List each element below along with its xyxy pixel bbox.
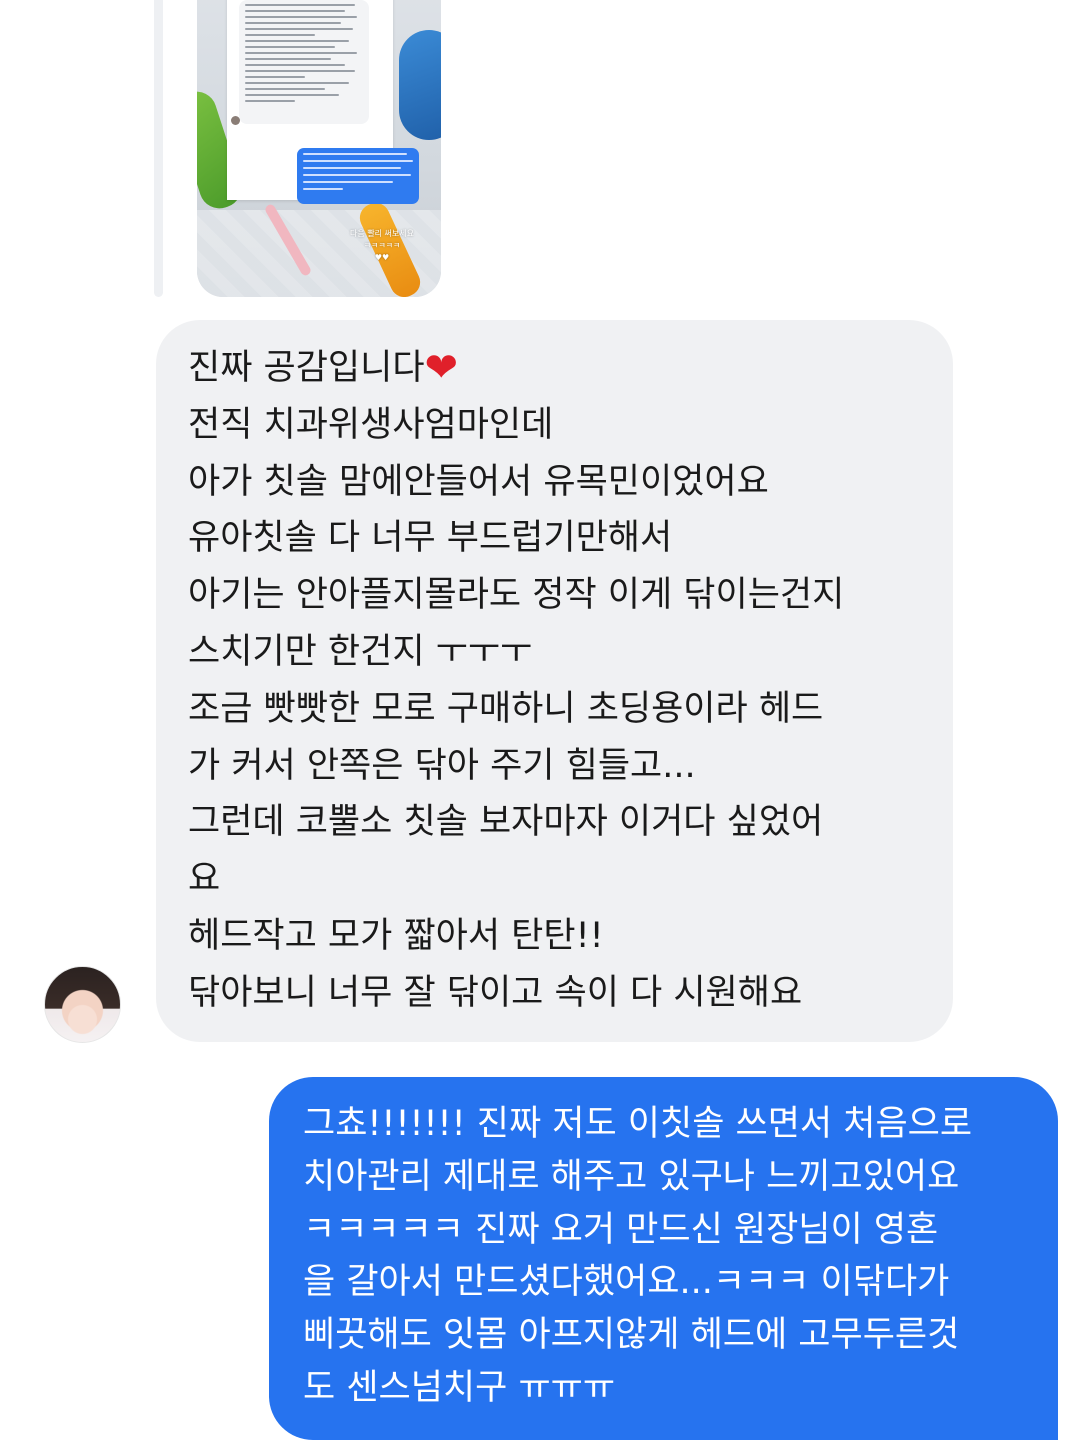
blue-toothbrush-image xyxy=(399,30,441,140)
message-line: 스치기만 한건지 ㅜㅜㅜ xyxy=(188,631,533,672)
message-line: 그쵸!!!!!!! 진짜 저도 이칫솔 쓰면서 처음으로 xyxy=(303,1104,973,1144)
message-line: 닦아보니 너무 잘 닦이고 속이 다 시원해요 xyxy=(188,972,803,1013)
message-line: ㅋㅋㅋㅋㅋ 진짜 요거 만드신 원장님이 영혼 xyxy=(303,1209,939,1250)
story-incoming-bubble xyxy=(239,0,369,124)
shared-story-thumbnail[interactable]: 다음 빨리 써보세요 ㅋㅋㅋㅋㅋ ♥♥ xyxy=(197,0,441,297)
story-outgoing-bubble xyxy=(297,148,419,204)
outgoing-message-bubble[interactable]: 그쵸!!!!!!! 진짜 저도 이칫솔 쓰면서 처음으로 치아관리 제대로 해주… xyxy=(269,1077,1058,1440)
message-line: 유아칫솔 다 너무 부드럽기만해서 xyxy=(188,518,673,559)
chat-screen: 다음 빨리 써보세요 ㅋㅋㅋㅋㅋ ♥♥ 진짜 공감입니다❤ 전직 치과위생사엄마… xyxy=(0,0,1080,1440)
message-line: 삐끗해도 잇몸 아프지않게 헤드에 고무두른것 xyxy=(303,1315,960,1356)
message-text: 진짜 공감입니다 xyxy=(188,348,425,388)
message-line: 가 커서 안쪽은 닦아 주기 힘들고... xyxy=(188,745,696,786)
message-line: 헤드작고 모가 짧아서 탄탄!! xyxy=(188,915,604,956)
message-line: 진짜 공감입니다❤ xyxy=(188,340,923,397)
message-line: 조금 빳빳한 모로 구매하니 초딩용이라 헤드 xyxy=(188,688,824,729)
message-line: 그런데 코뿔소 칫솔 보자마자 이거다 싶었어 xyxy=(188,802,824,843)
message-line: 치아관리 제대로 해주고 있구나 느끼고있어요 xyxy=(303,1156,960,1197)
message-line: 요 xyxy=(188,859,221,900)
message-line: 전직 치과위생사엄마인데 xyxy=(188,404,554,445)
reply-quote-line xyxy=(154,0,163,297)
sender-avatar[interactable] xyxy=(44,966,121,1043)
message-line: 아가 칫솔 맘에안들어서 유목민이었어요 xyxy=(188,461,769,502)
heart-icon: ❤ xyxy=(424,345,459,391)
story-caption-line: 다음 빨리 써보세요 xyxy=(350,229,414,238)
message-line: 도 센스넘치구 ㅠㅠㅠ xyxy=(303,1367,616,1408)
story-avatar xyxy=(231,116,240,125)
message-line: 아기는 안아플지몰라도 정작 이게 닦이는건지 xyxy=(188,575,845,616)
message-line: 을 갈아서 만드셨다했어요...ㅋㅋㅋ 이닦다가 xyxy=(303,1262,950,1303)
story-caption-line: ㅋㅋㅋㅋㅋ xyxy=(363,241,401,250)
story-caption-line: ♥♥ xyxy=(374,253,390,262)
incoming-message-bubble[interactable]: 진짜 공감입니다❤ 전직 치과위생사엄마인데 아가 칫솔 맘에안들어서 유목민이… xyxy=(156,320,953,1042)
story-chat-screenshot xyxy=(227,0,419,204)
story-caption: 다음 빨리 써보세요 ㅋㅋㅋㅋㅋ ♥♥ xyxy=(327,228,437,264)
